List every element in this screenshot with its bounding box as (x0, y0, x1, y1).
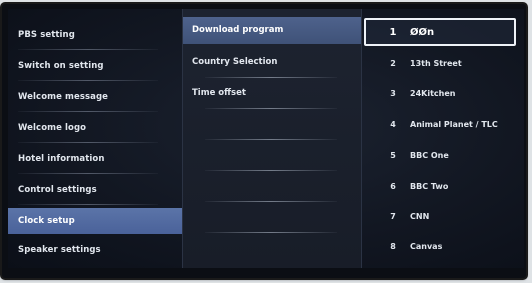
channel-item[interactable]: 8 Canvas (362, 234, 520, 260)
channel-item[interactable]: 3 24Kitchen (362, 81, 520, 107)
channel-number: 5 (390, 151, 396, 160)
channel-name: 13th Street (410, 59, 462, 68)
menu-item-label: PBS setting (18, 30, 75, 40)
menu-item-label: Speaker settings (18, 245, 101, 255)
channel-number: 7 (390, 212, 396, 221)
menu-divider (18, 111, 158, 112)
channel-number: 8 (390, 242, 396, 251)
menu-item-switch-on-setting[interactable]: Switch on setting (18, 54, 172, 81)
menu-divider (18, 173, 158, 174)
tv-frame: PBS setting Switch on setting Welcome me… (2, 4, 526, 278)
channel-number: 3 (390, 89, 396, 98)
menu-divider (18, 80, 158, 81)
main-menu: PBS setting Switch on setting Welcome me… (8, 9, 182, 268)
channel-number: 6 (390, 182, 396, 191)
menu-item-speaker-settings[interactable]: Speaker settings (18, 238, 172, 262)
menu-item-clock-setup[interactable]: Clock setup (8, 208, 182, 234)
sub-menu-divider (205, 170, 337, 171)
channel-item[interactable]: 7 CNN (362, 204, 520, 230)
menu-item-label: Welcome logo (18, 123, 87, 133)
menu-item-label: Control settings (18, 185, 97, 195)
sub-menu-divider (205, 108, 337, 109)
sub-item-label: Time offset (192, 88, 246, 98)
menu-item-welcome-message[interactable]: Welcome message (18, 85, 172, 112)
menu-divider (18, 49, 158, 50)
sub-menu-divider (205, 139, 337, 140)
channel-item[interactable]: 2 13th Street (362, 51, 520, 77)
channel-item[interactable]: 1 ØØn (364, 18, 516, 46)
menu-divider (18, 142, 158, 143)
channel-list: 1 ØØn 2 13th Street 3 24Kitchen 4 Animal… (362, 9, 524, 268)
sub-item-download-program[interactable]: Download program (183, 17, 361, 44)
channel-number: 1 (389, 27, 397, 38)
menu-item-label: Clock setup (18, 216, 75, 226)
channel-number: 2 (390, 59, 396, 68)
channel-name: BBC Two (410, 182, 449, 191)
menu-item-label: Switch on setting (18, 61, 104, 71)
channel-name: Animal Planet / TLC (410, 120, 498, 129)
channel-name: ØØn (410, 27, 435, 38)
sub-item-label: Country Selection (192, 57, 278, 67)
menu-item-label: Welcome message (18, 92, 109, 102)
channel-name: 24Kitchen (410, 89, 456, 98)
menu-item-control-settings[interactable]: Control settings (18, 178, 172, 205)
sub-menu-divider (205, 201, 337, 202)
menu-item-welcome-logo[interactable]: Welcome logo (18, 116, 172, 143)
channel-name: Canvas (410, 242, 443, 251)
menu-item-label: Hotel information (18, 154, 105, 164)
menu-divider (18, 204, 158, 205)
sub-item-time-offset[interactable]: Time offset (183, 80, 361, 107)
channel-name: BBC One (410, 151, 449, 160)
sub-menu-divider (205, 77, 337, 78)
sub-menu: Download program Country Selection Time … (182, 9, 362, 268)
channel-item[interactable]: 4 Animal Planet / TLC (362, 112, 520, 138)
channel-number: 4 (390, 120, 396, 129)
channel-item[interactable]: 6 BBC Two (362, 174, 520, 200)
channel-item[interactable]: 5 BBC One (362, 143, 520, 169)
sub-menu-divider (205, 232, 337, 233)
channel-name: CNN (410, 212, 430, 221)
menu-item-pbs-setting[interactable]: PBS setting (18, 23, 172, 50)
sub-item-country-selection[interactable]: Country Selection (183, 49, 361, 76)
menu-item-hotel-information[interactable]: Hotel information (18, 147, 172, 174)
sub-item-label: Download program (192, 25, 284, 35)
menu-screen: PBS setting Switch on setting Welcome me… (8, 9, 524, 268)
